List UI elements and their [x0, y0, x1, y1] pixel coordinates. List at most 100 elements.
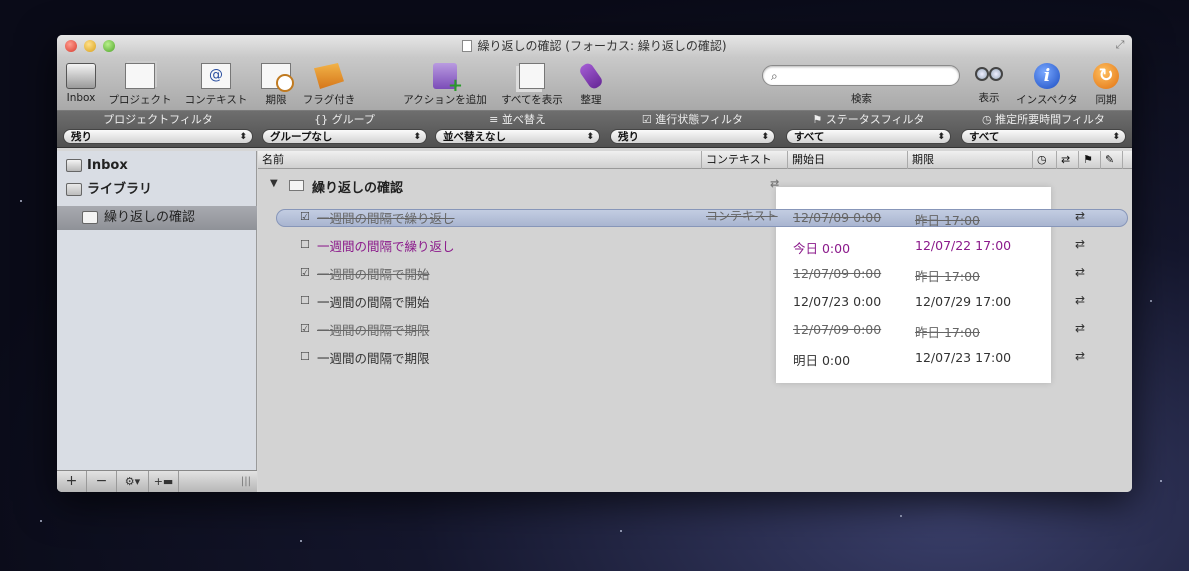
- group-filter-select[interactable]: グループなし: [262, 129, 427, 145]
- add-folder-icon: +▬: [153, 475, 174, 488]
- toolbar-due-button[interactable]: 期限: [260, 63, 294, 107]
- due-icon: [261, 63, 294, 92]
- add-action-icon: [433, 63, 463, 95]
- task-start-date[interactable]: 12/07/09 0:00: [793, 210, 881, 225]
- checkbox-unchecked[interactable]: ☐: [300, 350, 310, 363]
- task-due-date[interactable]: 昨日 17:00: [915, 266, 980, 285]
- sidebar-item-library[interactable]: ライブラリ: [57, 178, 257, 202]
- checkbox-unchecked[interactable]: ☐: [300, 294, 310, 307]
- status-filter-select[interactable]: 残り: [610, 129, 775, 145]
- toolbar-inspector-button[interactable]: i インスペクタ: [1013, 63, 1081, 107]
- task-row[interactable]: ☑ 一週間の間隔で開始 12/07/09 0:00 昨日 17:00 ⇄: [258, 263, 1132, 291]
- task-name[interactable]: 一週間の間隔で繰り返し: [317, 208, 455, 227]
- checkbox-unchecked[interactable]: ☐: [300, 238, 310, 251]
- sidebar-item-project[interactable]: 繰り返しの確認: [57, 206, 257, 230]
- task-context[interactable]: コンテキスト: [706, 207, 778, 224]
- repeat-icon: ⇄: [1075, 293, 1086, 307]
- task-name[interactable]: 一週間の間隔で期限: [317, 320, 430, 339]
- sort-filter-title: ≡ 並べ替え: [435, 113, 600, 127]
- toolbar-clean-up-button[interactable]: 整理: [575, 61, 607, 107]
- checkbox-checked[interactable]: ☑: [300, 266, 310, 279]
- fullscreen-icon[interactable]: ⤢: [1114, 39, 1126, 51]
- task-start-date[interactable]: 12/07/23 0:00: [793, 294, 881, 309]
- toolbar-flagged-label: フラグ付き: [302, 94, 356, 106]
- note-icon: ✎: [1105, 153, 1115, 166]
- clean-up-icon: [577, 61, 605, 91]
- flag-icon: ⚑: [812, 113, 826, 126]
- task-start-date[interactable]: 今日 0:00: [793, 238, 850, 257]
- column-header-due[interactable]: 期限: [908, 151, 1033, 169]
- gear-menu-button[interactable]: ⚙▾: [117, 471, 149, 492]
- task-row[interactable]: ☑ 一週間の間隔で繰り返し コンテキスト 12/07/09 0:00 昨日 17…: [258, 207, 1132, 235]
- column-header-context[interactable]: コンテキスト: [702, 151, 788, 169]
- toolbar-inbox-label: Inbox: [66, 92, 96, 104]
- toolbar-contexts-button[interactable]: @ コンテキスト: [183, 63, 249, 107]
- sidebar-item-label: Inbox: [87, 158, 128, 173]
- project-filter-select[interactable]: 残り: [63, 129, 253, 145]
- sort-filter-select[interactable]: 並べ替えなし: [435, 129, 600, 145]
- group-filter-title: {} グループ: [314, 113, 375, 126]
- toolbar-due-label: 期限: [265, 94, 287, 106]
- checkbox-checked[interactable]: ☑: [300, 210, 310, 223]
- task-due-date[interactable]: 12/07/23 17:00: [915, 350, 1011, 365]
- toolbar-view-button[interactable]: 表示: [970, 63, 1008, 105]
- flag-status-filter-title-text: ステータスフィルタ: [825, 113, 925, 126]
- task-due-date[interactable]: 12/07/29 17:00: [915, 294, 1011, 309]
- column-header-flag[interactable]: ⚑: [1079, 151, 1101, 169]
- repeat-icon: ⇄: [1075, 237, 1086, 251]
- toolbar-projects-button[interactable]: プロジェクト: [107, 63, 173, 107]
- task-row[interactable]: ☐ 一週間の間隔で期限 明日 0:00 12/07/23 17:00 ⇄: [258, 347, 1132, 375]
- column-header-repeat[interactable]: ⇄: [1057, 151, 1079, 169]
- column-header-note[interactable]: ✎: [1101, 151, 1123, 169]
- status-filter-title-text: 進行状態フィルタ: [655, 113, 744, 126]
- checkbox-checked[interactable]: ☑: [300, 322, 310, 335]
- task-row[interactable]: ☑ 一週間の間隔で期限 12/07/09 0:00 昨日 17:00 ⇄: [258, 319, 1132, 347]
- gear-icon: ⚙▾: [124, 475, 141, 488]
- task-name[interactable]: 一週間の間隔で開始: [317, 292, 430, 311]
- window-title: 繰り返しの確認 (フォーカス: 繰り返しの確認): [477, 39, 727, 53]
- task-row[interactable]: ☐ 一週間の間隔で繰り返し 今日 0:00 12/07/22 17:00 ⇄: [258, 235, 1132, 263]
- toolbar-show-all-label: すべてを表示: [501, 94, 563, 106]
- contexts-icon: @: [201, 63, 231, 89]
- flag-status-filter-select[interactable]: すべて: [786, 129, 951, 145]
- toolbar-inbox-button[interactable]: Inbox: [63, 63, 99, 104]
- duration-filter-title-text: 推定所要時間フィルタ: [995, 113, 1105, 126]
- flag-status-filter: ⚑ ステータスフィルタ すべて: [786, 113, 951, 145]
- task-row[interactable]: ☐ 一週間の間隔で開始 12/07/23 0:00 12/07/29 17:00…: [258, 291, 1132, 319]
- task-start-date[interactable]: 12/07/09 0:00: [793, 266, 881, 281]
- task-due-date[interactable]: 12/07/22 17:00: [915, 238, 1011, 253]
- task-name[interactable]: 一週間の間隔で繰り返し: [317, 236, 455, 255]
- star: [900, 515, 902, 517]
- minimize-button[interactable]: [84, 40, 96, 52]
- duration-filter-select[interactable]: すべて: [961, 129, 1126, 145]
- duration-filter-title: ◷ 推定所要時間フィルタ: [961, 113, 1126, 127]
- column-header-duration[interactable]: ◷: [1033, 151, 1057, 169]
- repeat-icon: ⇄: [1075, 349, 1086, 363]
- disclosure-triangle-icon[interactable]: ▼: [270, 178, 278, 189]
- resize-grip-icon[interactable]: |||: [241, 476, 251, 487]
- filter-bar: プロジェクトフィルタ 残り {} グループ グループなし ≡ 並べ替え 並べ替え…: [57, 111, 1132, 148]
- task-due-date[interactable]: 昨日 17:00: [915, 322, 980, 341]
- add-folder-button[interactable]: +▬: [149, 471, 179, 492]
- remove-button[interactable]: −: [87, 471, 117, 492]
- column-header-start[interactable]: 開始日: [788, 151, 908, 169]
- toolbar-show-all-button[interactable]: すべてを表示: [497, 63, 567, 107]
- zoom-button[interactable]: [103, 40, 115, 52]
- column-header-name[interactable]: 名前: [258, 151, 702, 169]
- close-button[interactable]: [65, 40, 77, 52]
- toolbar-add-action-button[interactable]: アクションを追加: [399, 63, 491, 107]
- project-title: 繰り返しの確認: [312, 181, 404, 196]
- toolbar-sync-button[interactable]: ↻ 同期: [1089, 63, 1123, 107]
- task-start-date[interactable]: 12/07/09 0:00: [793, 322, 881, 337]
- task-name[interactable]: 一週間の間隔で開始: [317, 264, 430, 283]
- sidebar-item-inbox[interactable]: Inbox: [57, 154, 257, 178]
- repeat-icon: ⇄: [770, 177, 780, 190]
- task-start-date[interactable]: 明日 0:00: [793, 350, 850, 369]
- search-input[interactable]: ⌕: [762, 65, 960, 86]
- project-row[interactable]: ▼ 繰り返しの確認 ⇄: [258, 174, 1132, 198]
- task-name[interactable]: 一週間の間隔で期限: [317, 348, 430, 367]
- add-button[interactable]: +: [57, 471, 87, 492]
- task-due-date[interactable]: 昨日 17:00: [915, 210, 980, 229]
- sidebar-item-label: ライブラリ: [87, 182, 153, 197]
- toolbar-flagged-button[interactable]: フラグ付き: [300, 63, 358, 107]
